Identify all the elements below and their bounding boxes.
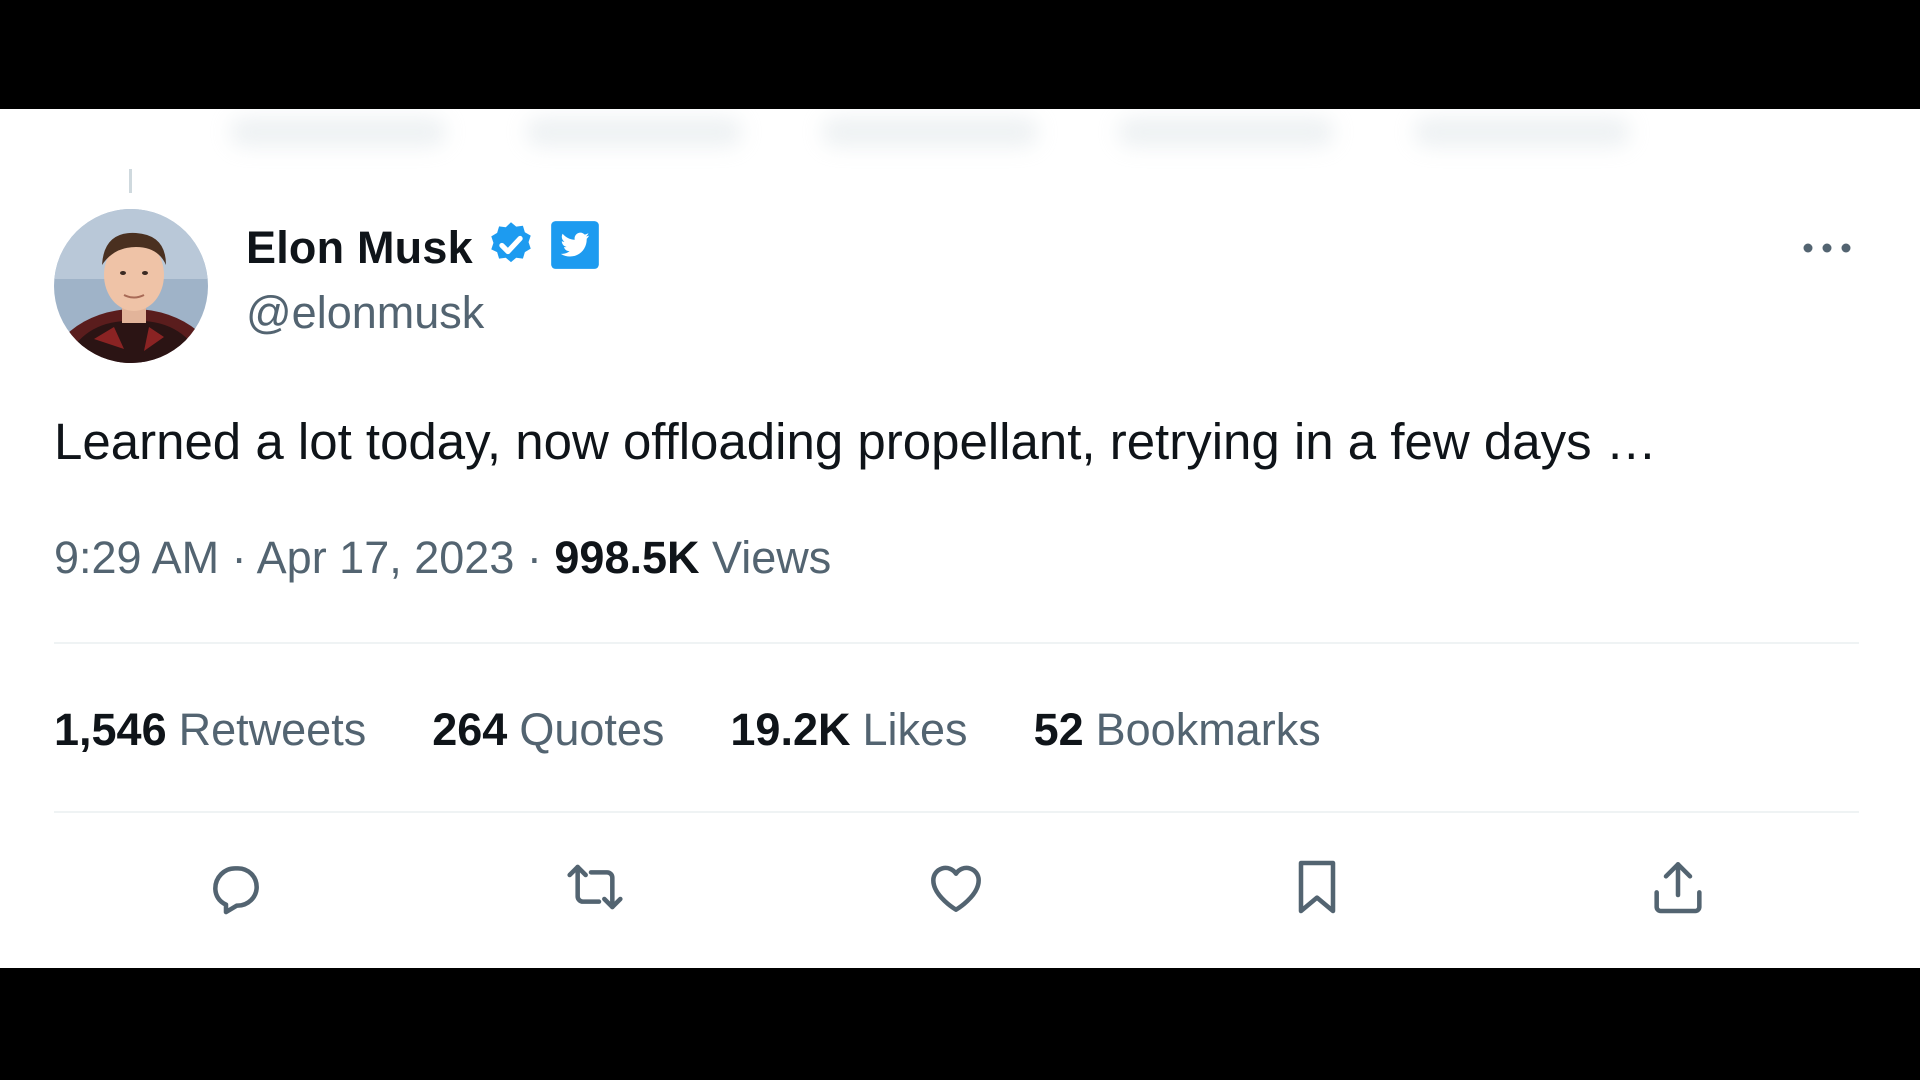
tweet-actions (0, 847, 1920, 957)
stat-retweets[interactable]: 1,546 Retweets (54, 704, 366, 756)
meta-separator: · (231, 532, 247, 583)
stat-label: Bookmarks (1095, 704, 1321, 755)
tweet-meta: 9:29 AM · Apr 17, 2023 · 998.5K Views (54, 532, 831, 584)
views-count: 998.5K (554, 532, 700, 583)
stat-label: Retweets (178, 704, 367, 755)
stat-quotes[interactable]: 264 Quotes (432, 704, 664, 756)
meta-separator: · (526, 532, 542, 583)
verified-badge-icon (485, 219, 537, 276)
stat-label: Likes (862, 704, 968, 755)
retweet-icon[interactable] (555, 847, 635, 927)
letterbox-top (0, 0, 1920, 109)
tweet-card: Elon Musk @elonmusk Learned a lot today,… (0, 109, 1920, 968)
more-options-icon[interactable] (1798, 233, 1856, 263)
bookmark-icon[interactable] (1277, 847, 1357, 927)
author-row: Elon Musk (246, 219, 601, 276)
author-display-name[interactable]: Elon Musk (246, 222, 473, 274)
divider (54, 642, 1859, 644)
blurred-header (230, 117, 1630, 177)
twitter-badge-icon (549, 219, 601, 276)
author-handle[interactable]: @elonmusk (246, 287, 484, 339)
stat-likes[interactable]: 19.2K Likes (730, 704, 967, 756)
stat-count: 19.2K (730, 704, 851, 755)
stat-bookmarks[interactable]: 52 Bookmarks (1034, 704, 1321, 756)
views-label: Views (712, 532, 832, 583)
stat-count: 52 (1033, 704, 1084, 755)
thread-line (129, 169, 132, 193)
letterbox-bottom (0, 968, 1920, 1080)
stat-label: Quotes (519, 704, 665, 755)
like-icon[interactable] (916, 847, 996, 927)
reply-icon[interactable] (194, 847, 274, 927)
share-icon[interactable] (1638, 847, 1718, 927)
tweet-text: Learned a lot today, now offloading prop… (54, 413, 1657, 470)
engagement-stats: 1,546 Retweets 264 Quotes 19.2K Likes 52 Boo… (54, 704, 1321, 756)
avatar[interactable] (54, 209, 208, 363)
tweet-time[interactable]: 9:29 AM (54, 532, 219, 583)
tweet-date[interactable]: Apr 17, 2023 (257, 532, 515, 583)
divider (54, 811, 1859, 813)
stat-count: 1,546 (54, 704, 167, 755)
stat-count: 264 (432, 704, 508, 755)
